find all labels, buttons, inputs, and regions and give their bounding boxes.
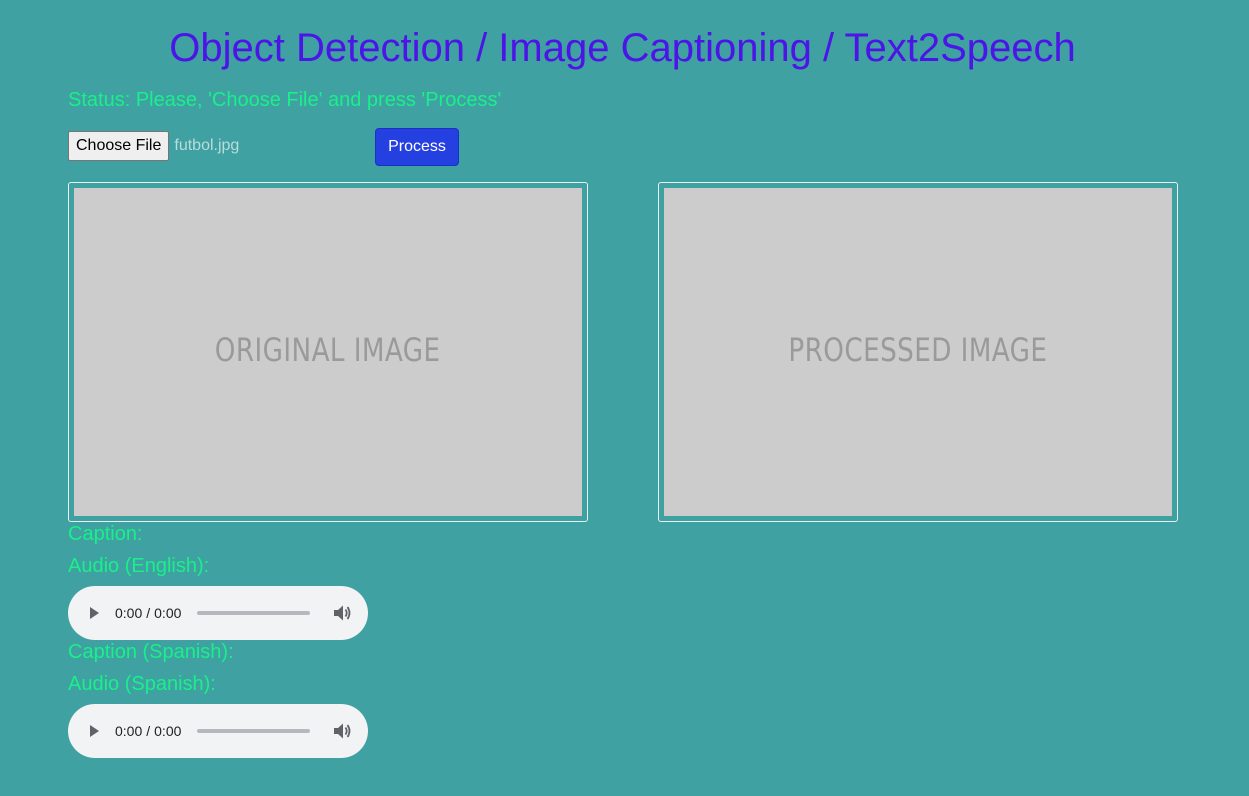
choose-file-button[interactable]: Choose File [68, 131, 170, 161]
audio-progress-bar[interactable] [197, 729, 310, 733]
duration: 0:00 [154, 723, 182, 739]
selected-file-name: futbol.jpg [174, 137, 240, 154]
volume-icon[interactable] [332, 604, 352, 622]
audio-time-display: 0:00/0:00 [115, 723, 181, 739]
current-time: 0:00 [115, 605, 143, 621]
time-separator: / [146, 723, 151, 739]
volume-icon[interactable] [332, 722, 352, 740]
audio-time-display: 0:00/0:00 [115, 605, 181, 621]
processed-image-frame: PROCESSED IMAGE [658, 182, 1178, 522]
processed-image-placeholder-text: PROCESSED IMAGE [788, 331, 1048, 369]
original-image: ORIGINAL IMAGE [74, 188, 582, 516]
current-time: 0:00 [115, 723, 143, 739]
audio-english-label: Audio (English): [68, 555, 210, 577]
audio-player-spanish[interactable]: 0:00/0:00 [68, 704, 368, 758]
page-title: Object Detection / Image Captioning / Te… [169, 26, 1076, 70]
file-input[interactable]: Choose File futbol.jpg [68, 131, 239, 161]
caption-label: Caption: [68, 523, 143, 545]
play-icon[interactable] [90, 607, 99, 619]
audio-spanish-label: Audio (Spanish): [68, 673, 216, 695]
time-separator: / [146, 605, 151, 621]
process-button[interactable]: Process [375, 128, 459, 166]
play-icon[interactable] [90, 725, 99, 737]
caption-spanish-label: Caption (Spanish): [68, 641, 234, 663]
original-image-placeholder-text: ORIGINAL IMAGE [215, 331, 441, 369]
original-image-frame: ORIGINAL IMAGE [68, 182, 588, 522]
audio-progress-bar[interactable] [197, 611, 310, 615]
audio-player-english[interactable]: 0:00/0:00 [68, 586, 368, 640]
processed-image: PROCESSED IMAGE [664, 188, 1172, 516]
duration: 0:00 [154, 605, 182, 621]
status-text: Status: Please, 'Choose File' and press … [68, 89, 502, 111]
